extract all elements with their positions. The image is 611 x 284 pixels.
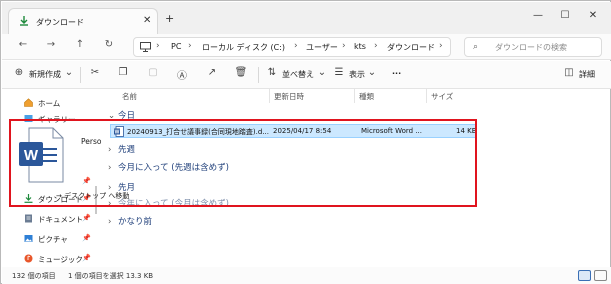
search-placeholder: ダウンロードの検索 <box>495 43 567 52</box>
sort-icon: ⇅ <box>267 67 277 78</box>
command-bar: ⊕ 新規作成 ⌄ ✂ ❐ ▢ Ⓐ ↗ 🗑 ⇅ 並べ替え ⌄ ☰ 表示 ⌄ ···… <box>2 61 611 89</box>
pin-icon[interactable]: 📌 <box>82 234 91 242</box>
item-count: 132 個の項目 <box>12 272 56 280</box>
documents-icon <box>25 214 32 223</box>
delete-icon[interactable]: 🗑 <box>234 67 248 78</box>
pin-icon[interactable]: 📌 <box>82 254 91 262</box>
breadcrumb-downloads[interactable]: ダウンロード <box>387 42 435 53</box>
cut-icon[interactable]: ✂ <box>88 67 102 78</box>
status-bar: 132 個の項目 1 個の項目を選択 13.3 KB <box>2 267 611 284</box>
sidebar-item-label: ドキュメント <box>38 215 83 224</box>
minimize-button[interactable]: — <box>530 10 546 21</box>
search-box[interactable]: ⌕ ダウンロードの検索 <box>464 37 602 57</box>
download-icon <box>20 16 28 26</box>
breadcrumb-more[interactable]: › <box>439 41 443 51</box>
tab-title: ダウンロード <box>36 18 84 27</box>
breadcrumb-pc[interactable]: PC <box>171 42 181 51</box>
sort-button[interactable]: 並べ替え <box>282 69 314 80</box>
details-view-button[interactable] <box>578 270 591 281</box>
close-button[interactable]: ✕ <box>585 10 601 21</box>
column-header-size[interactable]: サイズ <box>431 91 453 102</box>
breadcrumb-kts[interactable]: kts <box>354 42 366 51</box>
search-icon: ⌕ <box>473 42 479 52</box>
sidebar-item-label: ピクチャ <box>38 235 68 244</box>
paste-icon[interactable]: ▢ <box>146 67 160 78</box>
share-icon[interactable]: ↗ <box>205 67 219 78</box>
column-header-name[interactable]: 名前 <box>122 91 137 102</box>
column-divider[interactable] <box>354 89 355 103</box>
tab-downloads[interactable]: ダウンロード ✕ <box>8 8 158 34</box>
breadcrumb-separator: › <box>342 41 346 51</box>
details-pane-icon: ◫ <box>564 67 574 78</box>
new-icon: ⊕ <box>14 67 24 78</box>
pictures-icon <box>24 235 33 242</box>
home-icon <box>24 98 33 107</box>
rename-icon[interactable]: Ⓐ <box>175 67 189 82</box>
title-bar: ダウンロード ✕ + — ☐ ✕ <box>2 2 611 34</box>
monitor-icon <box>140 42 151 52</box>
chevron-right-icon: › <box>108 217 112 227</box>
breadcrumb-separator: › <box>156 41 160 51</box>
details-button[interactable]: 詳細 <box>579 69 595 80</box>
explorer-window: ダウンロード ✕ + — ☐ ✕ ← → ↑ ↻ › PC › ローカル ディス… <box>0 0 611 284</box>
copy-icon[interactable]: ❐ <box>116 67 130 78</box>
forward-button[interactable]: → <box>44 39 58 50</box>
breadcrumb-local-disk[interactable]: ローカル ディスク (C:) <box>202 42 285 53</box>
group-header-long-ago[interactable]: › かなり前 <box>108 215 152 227</box>
chevron-down-icon: ⌄ <box>317 67 327 78</box>
breadcrumb-separator: › <box>188 41 192 51</box>
more-options-button[interactable]: ··· <box>392 69 401 78</box>
column-header-type[interactable]: 種類 <box>359 91 374 102</box>
column-divider[interactable] <box>426 89 427 103</box>
breadcrumb-separator: › <box>374 41 378 51</box>
column-header-modified[interactable]: 更新日時 <box>274 91 304 102</box>
back-button[interactable]: ← <box>16 39 30 50</box>
toolbar-divider <box>80 67 81 83</box>
toolbar-divider <box>258 67 259 83</box>
music-icon <box>24 254 33 263</box>
chevron-down-icon: ⌄ <box>64 67 74 78</box>
new-button[interactable]: 新規作成 <box>29 69 61 80</box>
navigation-bar: ← → ↑ ↻ › PC › ローカル ディスク (C:) › ユーザー › k… <box>2 34 611 60</box>
chevron-down-icon: ⌄ <box>367 67 377 78</box>
maximize-button[interactable]: ☐ <box>557 10 573 21</box>
refresh-button[interactable]: ↻ <box>102 39 116 50</box>
view-icon: ☰ <box>334 67 344 78</box>
pin-icon[interactable]: 📌 <box>82 214 91 222</box>
column-divider[interactable] <box>269 89 270 103</box>
highlight-annotation <box>9 119 477 207</box>
sidebar-item-label: ミュージック <box>38 255 83 264</box>
up-button[interactable]: ↑ <box>73 39 87 50</box>
sidebar-item-label: ホーム <box>38 99 61 108</box>
tiles-view-button[interactable] <box>594 270 607 281</box>
address-bar[interactable]: › PC › ローカル ディスク (C:) › ユーザー › kts › ダウン… <box>133 37 451 57</box>
selection-info: 1 個の項目を選択 13.3 KB <box>68 272 154 280</box>
new-tab-button[interactable]: + <box>165 12 174 25</box>
view-button[interactable]: 表示 <box>349 69 365 80</box>
tab-close-icon[interactable]: ✕ <box>143 15 151 26</box>
breadcrumb-separator: › <box>294 41 298 51</box>
breadcrumb-users[interactable]: ユーザー <box>306 42 338 53</box>
